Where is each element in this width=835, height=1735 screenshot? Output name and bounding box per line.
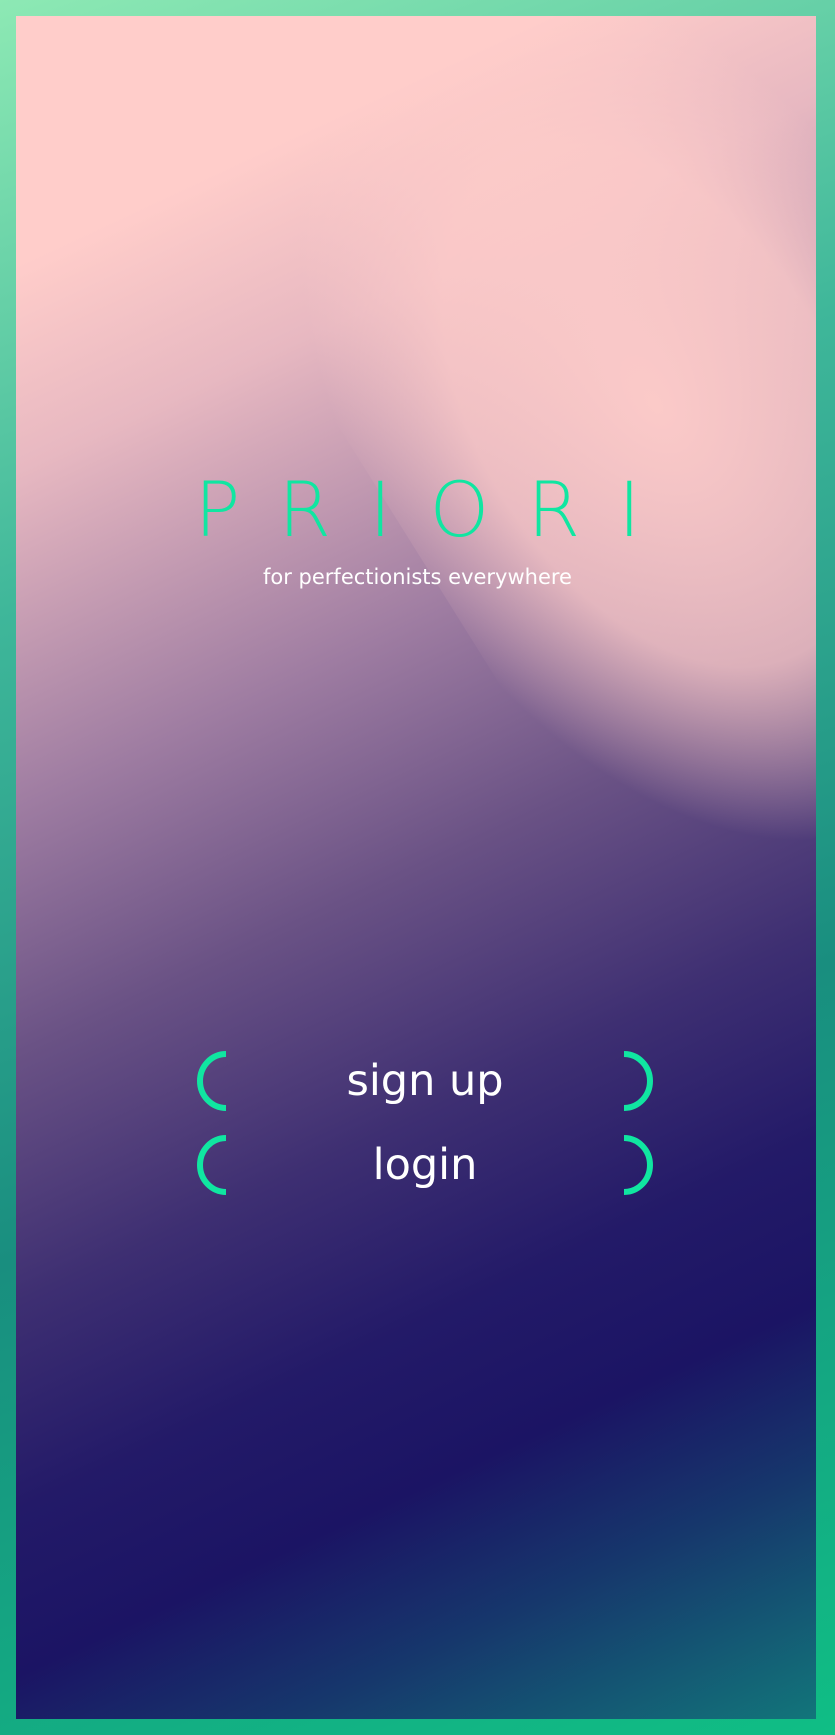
- login-label: login: [372, 1140, 478, 1190]
- sign-up-button[interactable]: sign up: [194, 1050, 656, 1112]
- brand-title: PRIORI: [194, 465, 679, 554]
- device-frame: PRIORI for perfectionists everywhere sig…: [0, 0, 835, 1735]
- login-button[interactable]: login: [194, 1134, 656, 1196]
- right-bracket-icon: [623, 1051, 653, 1111]
- welcome-screen: [16, 16, 816, 1719]
- brand-tagline: for perfectionists everywhere: [263, 565, 572, 589]
- sign-up-label: sign up: [346, 1056, 504, 1106]
- right-bracket-icon: [623, 1135, 653, 1195]
